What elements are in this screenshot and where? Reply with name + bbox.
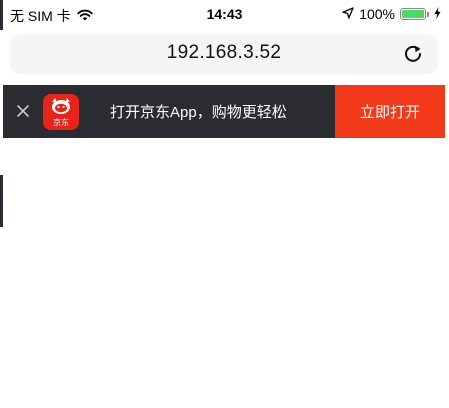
left-edge-strip [0,175,3,227]
phone-screen: 无 SIM 卡 14:43 100% 192.168.3.52 京东 打开京东A… [0,0,449,408]
charging-bolt-icon [434,6,441,22]
close-icon[interactable] [14,102,32,120]
reload-icon[interactable] [402,43,424,65]
address-bar[interactable]: 192.168.3.52 [10,34,438,74]
battery-percent: 100% [359,6,395,22]
battery-fill [402,10,424,18]
battery-icon [400,8,426,20]
app-download-banner: 京东 打开京东App，购物更轻松 立即打开 [3,85,445,138]
status-right: 100% [342,6,441,22]
banner-message: 打开京东App，购物更轻松 [110,104,287,121]
location-arrow-icon [342,6,354,22]
open-app-button[interactable]: 立即打开 [335,85,445,138]
url-text[interactable]: 192.168.3.52 [10,42,438,64]
status-bar: 无 SIM 卡 14:43 100% [0,0,449,30]
jd-app-logo: 京东 [43,94,79,130]
battery-nub [427,11,429,17]
logo-text: 京东 [53,117,69,127]
